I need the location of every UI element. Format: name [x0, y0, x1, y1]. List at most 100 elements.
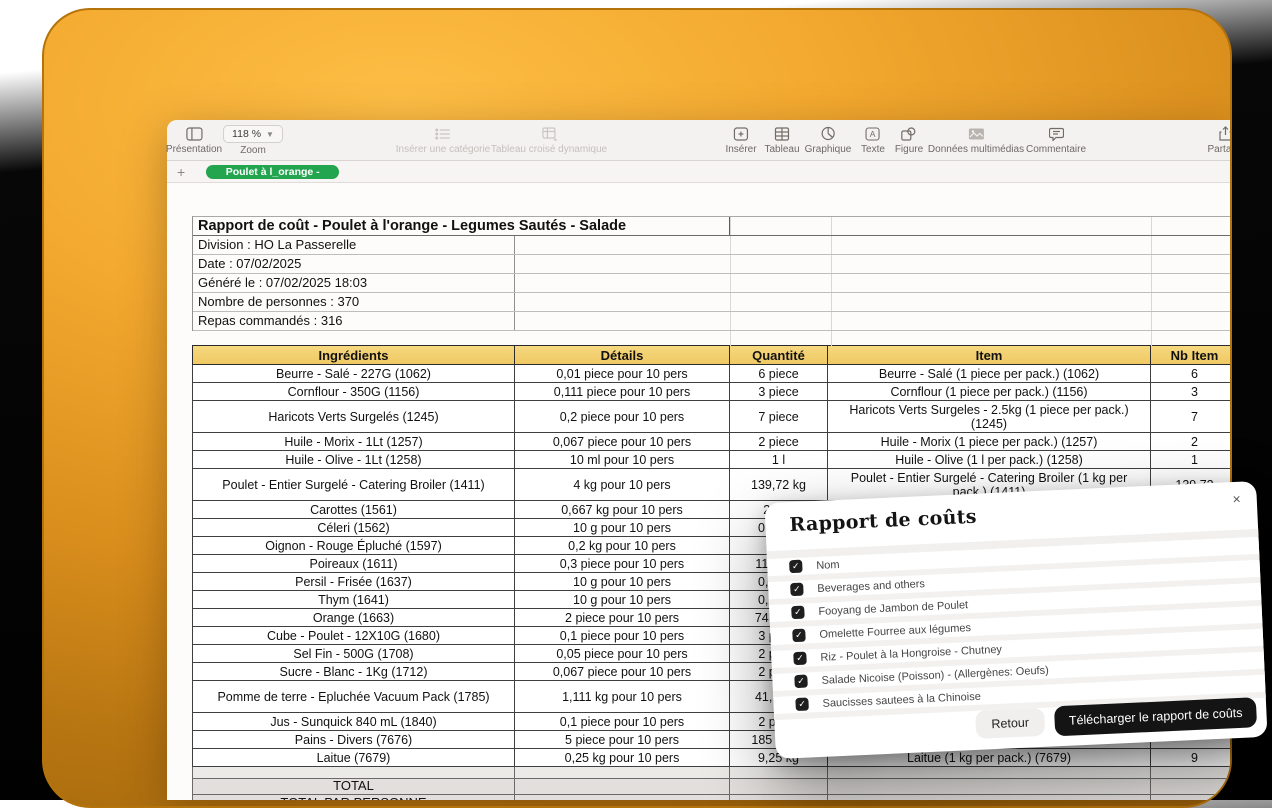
cell-nbitem[interactable]: 3 — [1151, 383, 1230, 400]
total-label-cell[interactable]: TOTAL — [193, 779, 515, 794]
checkbox-checked-icon[interactable] — [792, 629, 806, 643]
zoom-control[interactable]: 118 % ▼ Zoom — [223, 125, 283, 156]
cell-ingredient[interactable]: Carottes (1561) — [193, 501, 515, 518]
cell-details[interactable]: 10 g pour 10 pers — [515, 573, 730, 590]
table-button[interactable]: Tableau — [764, 125, 799, 155]
cell-details[interactable]: 0,05 piece pour 10 pers — [515, 645, 730, 662]
cell-details[interactable]: 0,111 piece pour 10 pers — [515, 383, 730, 400]
cell-nbitem[interactable]: 7 — [1151, 401, 1230, 432]
cell-details[interactable]: 0,1 piece pour 10 pers — [515, 627, 730, 644]
cell-item[interactable]: Huile - Morix (1 piece per pack.) (1257) — [828, 433, 1151, 450]
cell-quantity[interactable]: 6 piece — [730, 365, 828, 382]
dialog-item-label: Omelette Fourree aux légumes — [819, 622, 971, 641]
cell-ingredient[interactable]: Pains - Divers (7676) — [193, 731, 515, 748]
column-header-ingredients[interactable]: Ingrédients — [193, 346, 515, 364]
cell-details[interactable]: 5 piece pour 10 pers — [515, 731, 730, 748]
cell-nbitem[interactable]: 1 — [1151, 451, 1230, 468]
cell-details[interactable]: 1,111 kg pour 10 pers — [515, 681, 730, 712]
add-sheet-button[interactable]: + — [177, 165, 185, 179]
table-row: Cornflour - 350G (1156) 0,111 piece pour… — [193, 383, 1230, 401]
report-persons-cell[interactable]: Nombre de personnes : 370 — [193, 293, 515, 311]
cell-details[interactable]: 10 ml pour 10 pers — [515, 451, 730, 468]
cell-ingredient[interactable]: Persil - Frisée (1637) — [193, 573, 515, 590]
report-date-cell[interactable]: Date : 07/02/2025 — [193, 255, 515, 273]
column-header-details[interactable]: Détails — [515, 346, 730, 364]
cell-details[interactable]: 0,01 piece pour 10 pers — [515, 365, 730, 382]
cell-details[interactable]: 4 kg pour 10 pers — [515, 469, 730, 500]
cell-ingredient[interactable]: Sel Fin - 500G (1708) — [193, 645, 515, 662]
total-per-person-row: TOTAL PAR PERSONNE — [192, 795, 1230, 800]
cell-quantity[interactable]: 7 piece — [730, 401, 828, 432]
insert-button[interactable]: Insérer — [725, 125, 756, 155]
insert-label: Insérer — [725, 144, 756, 155]
cell-item[interactable]: Cornflour (1 piece per pack.) (1156) — [828, 383, 1151, 400]
cell-details[interactable]: 2 piece pour 10 pers — [515, 609, 730, 626]
total-per-person-label-cell[interactable]: TOTAL PAR PERSONNE — [193, 795, 515, 800]
comment-button[interactable]: Commentaire — [1026, 125, 1086, 155]
share-button[interactable]: Partage — [1207, 125, 1232, 155]
cell-ingredient[interactable]: Beurre - Salé - 227G (1062) — [193, 365, 515, 382]
back-button[interactable]: Retour — [975, 708, 1046, 739]
cell-quantity[interactable]: 1 l — [730, 451, 828, 468]
cell-quantity[interactable]: 139,72 kg — [730, 469, 828, 500]
cell-ingredient[interactable]: Pomme de terre - Epluchée Vacuum Pack (1… — [193, 681, 515, 712]
cell-nbitem[interactable]: 9 — [1151, 749, 1230, 766]
sheet-tab-active[interactable]: Poulet à l_orange - — [206, 165, 339, 179]
table-row: Division : HO La Passerelle — [193, 236, 1230, 255]
cell-ingredient[interactable]: Céleri (1562) — [193, 519, 515, 536]
checkbox-checked-icon[interactable] — [794, 675, 808, 689]
table-row: Nombre de personnes : 370 — [193, 293, 1230, 312]
cell-details[interactable]: 0,1 piece pour 10 pers — [515, 713, 730, 730]
cell-nbitem[interactable]: 6 — [1151, 365, 1230, 382]
cell-details[interactable]: 0,667 kg pour 10 pers — [515, 501, 730, 518]
checkbox-checked-icon[interactable] — [795, 698, 809, 712]
cell-details[interactable]: 0,067 piece pour 10 pers — [515, 663, 730, 680]
cell-quantity[interactable]: 2 piece — [730, 433, 828, 450]
cell-ingredient[interactable]: Orange (1663) — [193, 609, 515, 626]
text-button[interactable]: A Texte — [861, 125, 885, 155]
cell-ingredient[interactable]: Cornflour - 350G (1156) — [193, 383, 515, 400]
shape-button[interactable]: Figure — [895, 125, 923, 155]
column-header-nbitem[interactable]: Nb Item — [1151, 346, 1230, 364]
cell-details[interactable]: 0,067 piece pour 10 pers — [515, 433, 730, 450]
column-header-item[interactable]: Item — [828, 346, 1151, 364]
cell-details[interactable]: 0,3 piece pour 10 pers — [515, 555, 730, 572]
cell-ingredient[interactable]: Huile - Morix - 1Lt (1257) — [193, 433, 515, 450]
cell-item[interactable]: Haricots Verts Surgeles - 2.5kg (1 piece… — [828, 401, 1151, 432]
cell-ingredient[interactable]: Laitue (7679) — [193, 749, 515, 766]
cell-ingredient[interactable]: Cube - Poulet - 12X10G (1680) — [193, 627, 515, 644]
cell-ingredient[interactable]: Jus - Sunquick 840 mL (1840) — [193, 713, 515, 730]
cell-details[interactable]: 0,2 piece pour 10 pers — [515, 401, 730, 432]
media-button[interactable]: Données multimédias — [928, 125, 1024, 155]
table-row — [192, 767, 1230, 779]
close-icon[interactable]: × — [1232, 491, 1241, 507]
cell-details[interactable]: 10 g pour 10 pers — [515, 519, 730, 536]
cell-ingredient[interactable]: Thym (1641) — [193, 591, 515, 608]
column-header-quantity[interactable]: Quantité — [730, 346, 828, 364]
checkbox-checked-icon[interactable] — [793, 652, 807, 666]
cell-ingredient[interactable]: Haricots Verts Surgelés (1245) — [193, 401, 515, 432]
report-division-cell[interactable]: Division : HO La Passerelle — [193, 236, 515, 254]
cell-details[interactable]: 0,2 kg pour 10 pers — [515, 537, 730, 554]
checkbox-checked-icon[interactable] — [789, 560, 803, 574]
cell-ingredient[interactable]: Huile - Olive - 1Lt (1258) — [193, 451, 515, 468]
cell-details[interactable]: 0,25 kg pour 10 pers — [515, 749, 730, 766]
cell-quantity[interactable]: 3 piece — [730, 383, 828, 400]
cell-ingredient[interactable]: Poulet - Entier Surgelé - Catering Broil… — [193, 469, 515, 500]
report-generated-cell[interactable]: Généré le : 07/02/2025 18:03 — [193, 274, 515, 292]
report-meals-cell[interactable]: Repas commandés : 316 — [193, 312, 515, 330]
toolbar: Présentation 118 % ▼ Zoom Insérer une ca… — [167, 120, 1230, 161]
cell-ingredient[interactable]: Oignon - Rouge Épluché (1597) — [193, 537, 515, 554]
cell-item[interactable]: Beurre - Salé (1 piece per pack.) (1062) — [828, 365, 1151, 382]
report-title-cell[interactable]: Rapport de coût - Poulet à l'orange - Le… — [193, 217, 730, 235]
cell-ingredient[interactable]: Sucre - Blanc - 1Kg (1712) — [193, 663, 515, 680]
presentation-button[interactable]: Présentation — [166, 125, 222, 155]
cell-nbitem[interactable]: 2 — [1151, 433, 1230, 450]
total-row: TOTAL — [192, 779, 1230, 795]
cell-item[interactable]: Huile - Olive (1 l per pack.) (1258) — [828, 451, 1151, 468]
cell-ingredient[interactable]: Poireaux (1611) — [193, 555, 515, 572]
cell-details[interactable]: 10 g pour 10 pers — [515, 591, 730, 608]
checkbox-checked-icon[interactable] — [791, 606, 805, 620]
checkbox-checked-icon[interactable] — [790, 583, 804, 597]
chart-button[interactable]: Graphique — [805, 125, 852, 155]
